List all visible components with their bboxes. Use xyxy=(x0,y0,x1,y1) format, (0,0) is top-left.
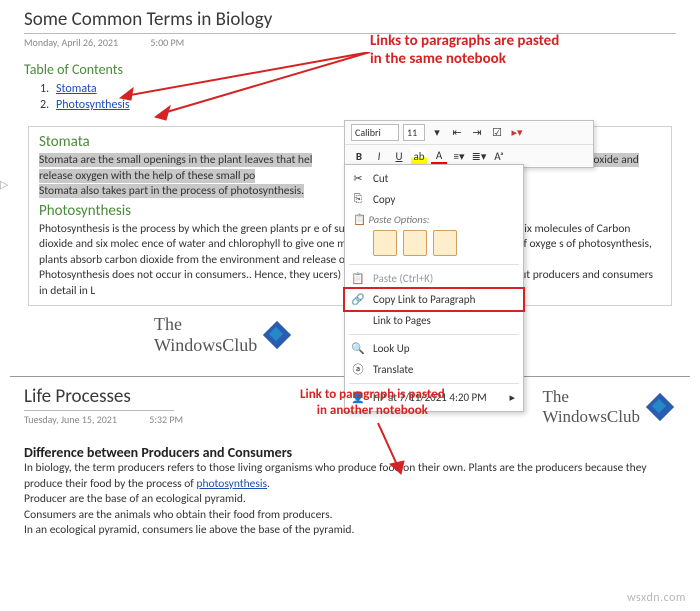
logo-icon xyxy=(267,325,287,345)
paste-options xyxy=(345,228,523,261)
windowsclub-logo-2: TheWindowsClub xyxy=(542,387,670,427)
watermark: wsxdn.com xyxy=(627,591,686,605)
toc-link-stomata[interactable]: Stomata xyxy=(56,82,97,96)
dropdown-icon[interactable]: ▾ xyxy=(429,125,445,141)
arrow-3-icon xyxy=(368,419,408,479)
page-title[interactable]: Some Common Terms in Biology xyxy=(24,8,676,34)
ctx-translate[interactable]: ⓐTranslate xyxy=(345,359,523,380)
paste-text-only[interactable] xyxy=(433,230,457,256)
page2-title[interactable]: Life Processes xyxy=(24,385,174,411)
context-menu: ✂Cut ⎘Copy 📋 Paste Options: 📋Paste (Ctrl… xyxy=(344,164,524,412)
ctx-paste-disabled: 📋Paste (Ctrl+K) xyxy=(345,268,523,289)
page-meta: Monday, April 26, 2021 5:00 PM xyxy=(24,36,676,49)
highlight-icon[interactable]: ab xyxy=(411,148,427,164)
search-icon: 🔍 xyxy=(351,341,365,355)
tag-dropdown-icon[interactable]: ▸▾ xyxy=(509,125,525,141)
ctx-copy-link-to-paragraph[interactable]: 🔗Copy Link to Paragraph xyxy=(343,287,525,312)
underline-icon[interactable]: U xyxy=(391,148,407,164)
translate-icon: ⓐ xyxy=(351,362,365,376)
page2-date: Tuesday, June 15, 2021 xyxy=(24,413,117,426)
paste-options-label: 📋 Paste Options: xyxy=(345,210,523,228)
page-time: 5:00 PM xyxy=(150,36,184,49)
arrow-2-icon xyxy=(150,52,375,122)
paste-merge-formatting[interactable] xyxy=(403,230,427,256)
styles-icon[interactable]: Aᵃ xyxy=(491,148,507,164)
onenote-page-2: Life Processes Tuesday, June 15, 2021 5:… xyxy=(0,381,700,543)
clipboard-icon: 📋 xyxy=(351,271,365,285)
copy-icon: ⎘ xyxy=(351,192,365,206)
paste-keep-formatting[interactable] xyxy=(373,230,397,256)
numbering-icon[interactable]: ≣▾ xyxy=(471,148,487,164)
toolbar-row1: Calibri 11 ▾ ⇤ ⇥ ☑ ▸▾ xyxy=(345,121,593,145)
separator xyxy=(349,334,519,335)
font-color-icon[interactable]: A xyxy=(431,148,447,164)
annotation-top: Links to paragraphs are pasted in the sa… xyxy=(370,32,559,68)
scissors-icon: ✂ xyxy=(351,171,365,185)
page2-time: 5:32 PM xyxy=(149,413,183,426)
link-icon: 🔗 xyxy=(351,292,365,306)
bold-icon[interactable]: B xyxy=(351,148,367,164)
link-photosynthesis[interactable]: photosynthesis xyxy=(196,477,267,491)
ctx-cut[interactable]: ✂Cut xyxy=(345,168,523,189)
italic-icon[interactable]: I xyxy=(371,148,387,164)
logo-icon xyxy=(650,397,670,417)
heading-producers-consumers[interactable]: Difference between Producers and Consume… xyxy=(24,444,676,461)
font-name-select[interactable]: Calibri xyxy=(351,124,399,141)
indent-icon[interactable]: ⇥ xyxy=(469,125,485,141)
mini-toolbar: Calibri 11 ▾ ⇤ ⇥ ☑ ▸▾ B I U ab A ≡▾ ≣▾ A… xyxy=(344,120,594,168)
page2-body[interactable]: In biology, the term producers refers to… xyxy=(24,461,676,539)
font-size-select[interactable]: 11 xyxy=(403,124,425,141)
ctx-link-to-pages[interactable]: Link to Pages xyxy=(345,310,523,331)
separator xyxy=(349,264,519,265)
ctx-copy[interactable]: ⎘Copy xyxy=(345,189,523,210)
todo-tag-icon[interactable]: ☑ xyxy=(489,125,505,141)
ctx-lookup[interactable]: 🔍Look Up xyxy=(345,338,523,359)
bullets-icon[interactable]: ≡▾ xyxy=(451,148,467,164)
page-date: Monday, April 26, 2021 xyxy=(24,36,118,49)
outdent-icon[interactable]: ⇤ xyxy=(449,125,465,141)
container-handle-icon[interactable]: ▷ xyxy=(0,178,8,191)
annotation-bottom: Link to paragraph is pasted in another n… xyxy=(300,387,445,418)
